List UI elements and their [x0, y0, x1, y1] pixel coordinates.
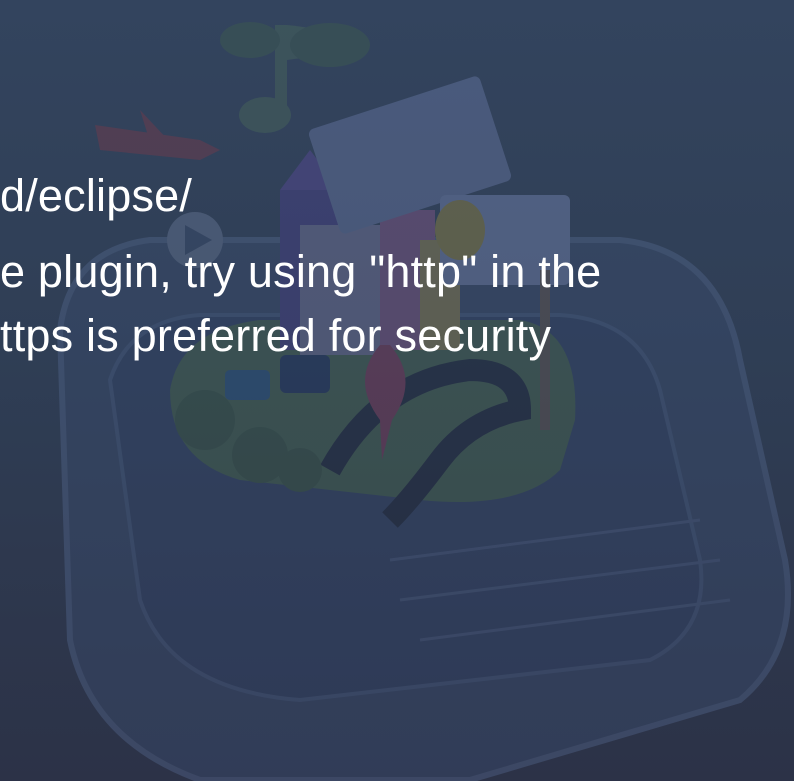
- slide-text-line: e plugin, try using "http" in the: [0, 246, 602, 297]
- presentation-slide: d/eclipse/ e plugin, try using "http" in…: [0, 0, 794, 781]
- slide-text-body: d/eclipse/ e plugin, try using "http" in…: [0, 0, 794, 781]
- slide-text-line: d/eclipse/: [0, 170, 193, 221]
- slide-text-line: ttps is preferred for security: [0, 310, 552, 361]
